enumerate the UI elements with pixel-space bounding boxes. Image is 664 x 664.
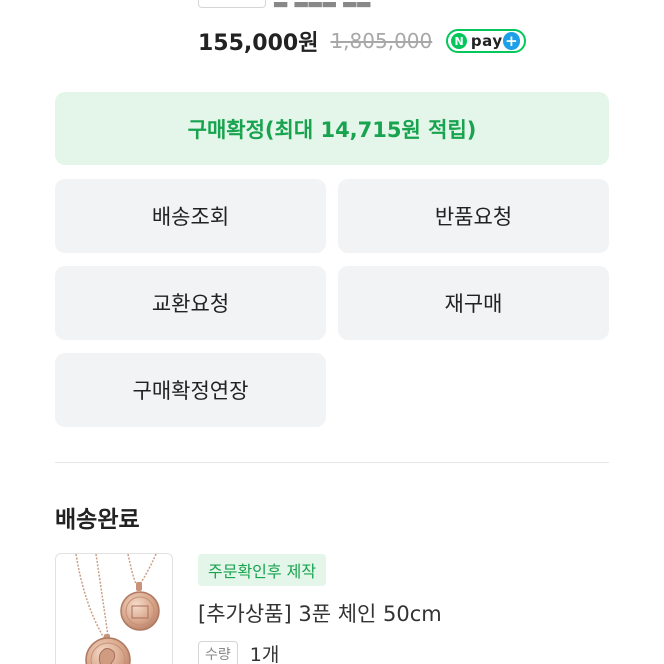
quantity-label: 수량	[198, 640, 238, 664]
quantity-row: 수량 1개	[198, 640, 279, 664]
reorder-button[interactable]: 재구매	[338, 266, 609, 340]
delivery-status-title: 배송완료	[55, 507, 140, 533]
product-thumbnail[interactable]	[55, 553, 173, 664]
original-price: 1,805,000	[330, 29, 433, 53]
sale-price: 155,000원	[198, 31, 319, 56]
npay-plus-badge: N pay +	[446, 29, 527, 53]
previous-item-option-text: ▂ ▂▂▂ ▂▂	[274, 0, 371, 8]
npay-n-icon: N	[451, 33, 467, 49]
exchange-request-button[interactable]: 교환요청	[55, 266, 326, 340]
extend-confirm-button[interactable]: 구매확정연장	[55, 353, 326, 427]
quantity-value: 1개	[249, 644, 280, 664]
made-to-order-badge: 주문확인후 제작	[198, 554, 327, 586]
previous-item-tag	[198, 0, 266, 8]
product-name[interactable]: [추가상품] 3푼 체인 50cm	[198, 598, 442, 628]
previous-item-options: ▂ ▂▂▂ ▂▂	[198, 0, 371, 10]
purchase-confirm-button[interactable]: 구매확정(최대 14,715원 적립)	[55, 92, 609, 165]
plus-icon: +	[502, 32, 521, 50]
return-request-button[interactable]: 반품요청	[338, 179, 609, 253]
npay-text: pay	[470, 32, 503, 50]
section-divider	[55, 462, 609, 463]
coin-necklace-image	[75, 554, 160, 664]
track-delivery-button[interactable]: 배송조회	[55, 179, 326, 253]
price-row: 155,000원 1,805,000 N pay +	[198, 24, 527, 58]
